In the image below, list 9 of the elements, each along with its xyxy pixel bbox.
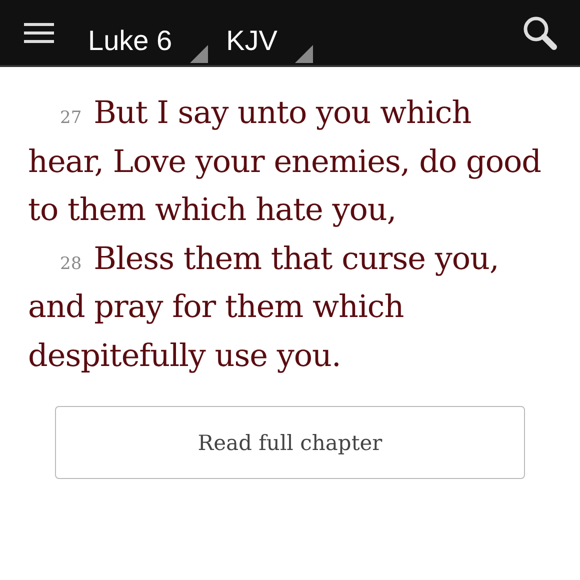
read-full-chapter-button[interactable]: Read full chapter [55,406,525,479]
book-dropdown[interactable]: Luke 6 [88,12,208,62]
version-dropdown[interactable]: KJV [226,12,314,62]
dropdown-corner-icon [295,44,314,62]
verse-text: 28 Bless them that curse you, and pray for them which despitefully use you. [28,240,500,376]
search-icon[interactable] [522,14,558,50]
menu-icon[interactable] [24,22,54,44]
verse-text: 27 But I say unto you which hear, Love your enemies, do good to them which hate you, [28,94,542,230]
dropdown-corner-icon [190,44,208,62]
